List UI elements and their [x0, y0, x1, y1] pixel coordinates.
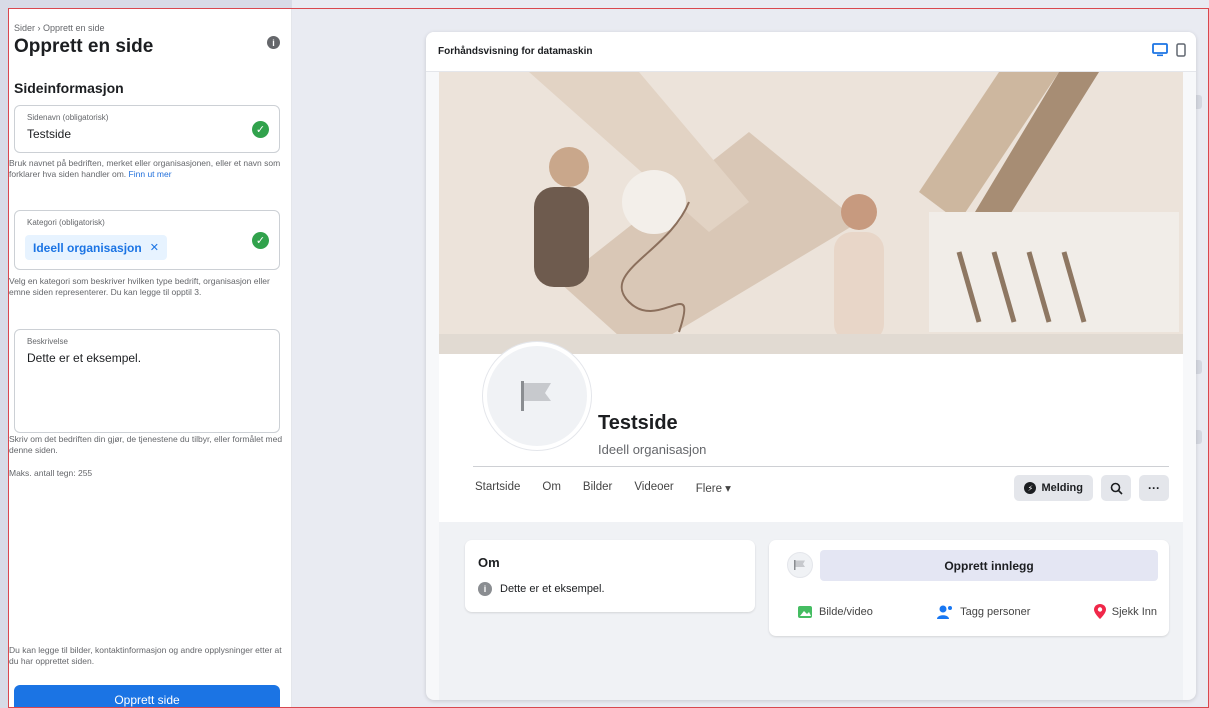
desktop-icon[interactable] [1152, 43, 1168, 57]
footer-note: Du kan legge til bilder, kontaktinformas… [9, 645, 282, 666]
check-icon: ✓ [252, 232, 269, 249]
search-button[interactable] [1101, 475, 1131, 501]
create-post-card: Opprett innlegg Bilde/video Tagg persone… [769, 540, 1169, 636]
page-feed: Om i Dette er et eksempel. Opprett innle… [439, 522, 1183, 700]
search-icon [1110, 482, 1123, 495]
about-text: Dette er et eksempel. [500, 583, 605, 595]
post-avatar [787, 552, 813, 578]
info-icon: i [478, 582, 492, 596]
category-field[interactable]: Kategori (obligatorisk) Ideell organisas… [14, 210, 280, 270]
message-button[interactable]: ⚡ Melding [1014, 475, 1093, 501]
check-in-button[interactable]: Sjekk Inn [1093, 604, 1157, 619]
description-help: Skriv om det bedriften din gjør, de tjen… [9, 434, 283, 455]
category-label: Kategori (obligatorisk) [27, 218, 105, 227]
page-name-field[interactable]: Sidenavn (obligatorisk) Testside ✓ [14, 105, 280, 153]
flag-icon [794, 560, 805, 570]
about-card: Om i Dette er et eksempel. [465, 540, 755, 612]
messenger-icon: ⚡ [1024, 482, 1037, 494]
tag-people-button[interactable]: Tagg personer [936, 604, 1030, 619]
page-tabs: Startside Om Bilder Videoer Flere ▾ [475, 481, 731, 495]
tag-people-icon [937, 605, 953, 619]
photo-video-button[interactable]: Bilde/video [797, 604, 873, 619]
cover-illustration [439, 72, 1183, 354]
check-icon: ✓ [252, 121, 269, 138]
post-actions: Bilde/video Tagg personer Sjekk Inn [797, 604, 1157, 619]
category-chip-label: Ideell organisasjon [33, 240, 142, 255]
profile-picture[interactable] [483, 342, 591, 450]
tab-more[interactable]: Flere ▾ [696, 481, 731, 495]
description-label: Beskrivelse [27, 337, 68, 346]
flag-icon [521, 381, 551, 411]
page-name-input[interactable]: Testside [27, 127, 71, 141]
check-in-icon [1093, 604, 1106, 619]
preview-header: Forhåndsvisning for datamaskin [426, 32, 1196, 72]
create-page-panel: Sider › Opprett en side Opprett en side … [9, 9, 292, 708]
mobile-icon[interactable] [1176, 43, 1186, 57]
description-input[interactable]: Dette er et eksempel. [27, 351, 141, 365]
tab-startside[interactable]: Startside [475, 481, 520, 495]
preview-page-name: Testside [598, 412, 678, 434]
tab-bilder[interactable]: Bilder [583, 481, 612, 495]
more-icon: ··· [1148, 481, 1160, 495]
category-chip[interactable]: Ideell organisasjon ✕ [25, 235, 167, 260]
page-header: Testside Ideell organisasjon Startside O… [439, 342, 1183, 522]
create-post-input[interactable]: Opprett innlegg [820, 550, 1158, 581]
divider [473, 466, 1169, 467]
page-title: Opprett en side [14, 36, 154, 57]
check-in-label: Sjekk Inn [1111, 605, 1157, 618]
about-row: i Dette er et eksempel. [478, 582, 605, 596]
create-page-button[interactable]: Opprett side [14, 685, 280, 708]
about-title: Om [478, 555, 500, 570]
message-button-label: Melding [1041, 482, 1083, 494]
close-icon[interactable]: ✕ [150, 241, 159, 254]
photo-video-label: Bilde/video [819, 605, 873, 618]
breadcrumb[interactable]: Sider › Opprett en side [14, 23, 105, 33]
info-icon[interactable]: i [267, 36, 280, 49]
learn-more-link[interactable]: Finn ut mer [129, 169, 172, 179]
section-title: Sideinformasjon [14, 80, 124, 96]
more-button[interactable]: ··· [1139, 475, 1169, 501]
photo-icon [798, 605, 812, 618]
preview-page-category: Ideell organisasjon [598, 442, 707, 457]
description-field[interactable]: Beskrivelse Dette er et eksempel. [14, 329, 280, 433]
tab-om[interactable]: Om [542, 481, 561, 495]
tab-videoer[interactable]: Videoer [634, 481, 673, 495]
page-name-label: Sidenavn (obligatorisk) [27, 113, 109, 122]
category-help: Velg en kategori som beskriver hvilken t… [9, 276, 270, 297]
preview-title: Forhåndsvisning for datamaskin [438, 46, 593, 57]
max-chars-note: Maks. antall tegn: 255 [9, 468, 93, 478]
page-actions: ⚡ Melding ··· [1014, 475, 1169, 501]
desktop-preview: Forhåndsvisning for datamaskin Testside … [426, 32, 1196, 700]
page-name-help: Bruk navnet på bedriften, merket eller o… [9, 158, 284, 180]
tag-people-label: Tagg personer [960, 605, 1031, 618]
